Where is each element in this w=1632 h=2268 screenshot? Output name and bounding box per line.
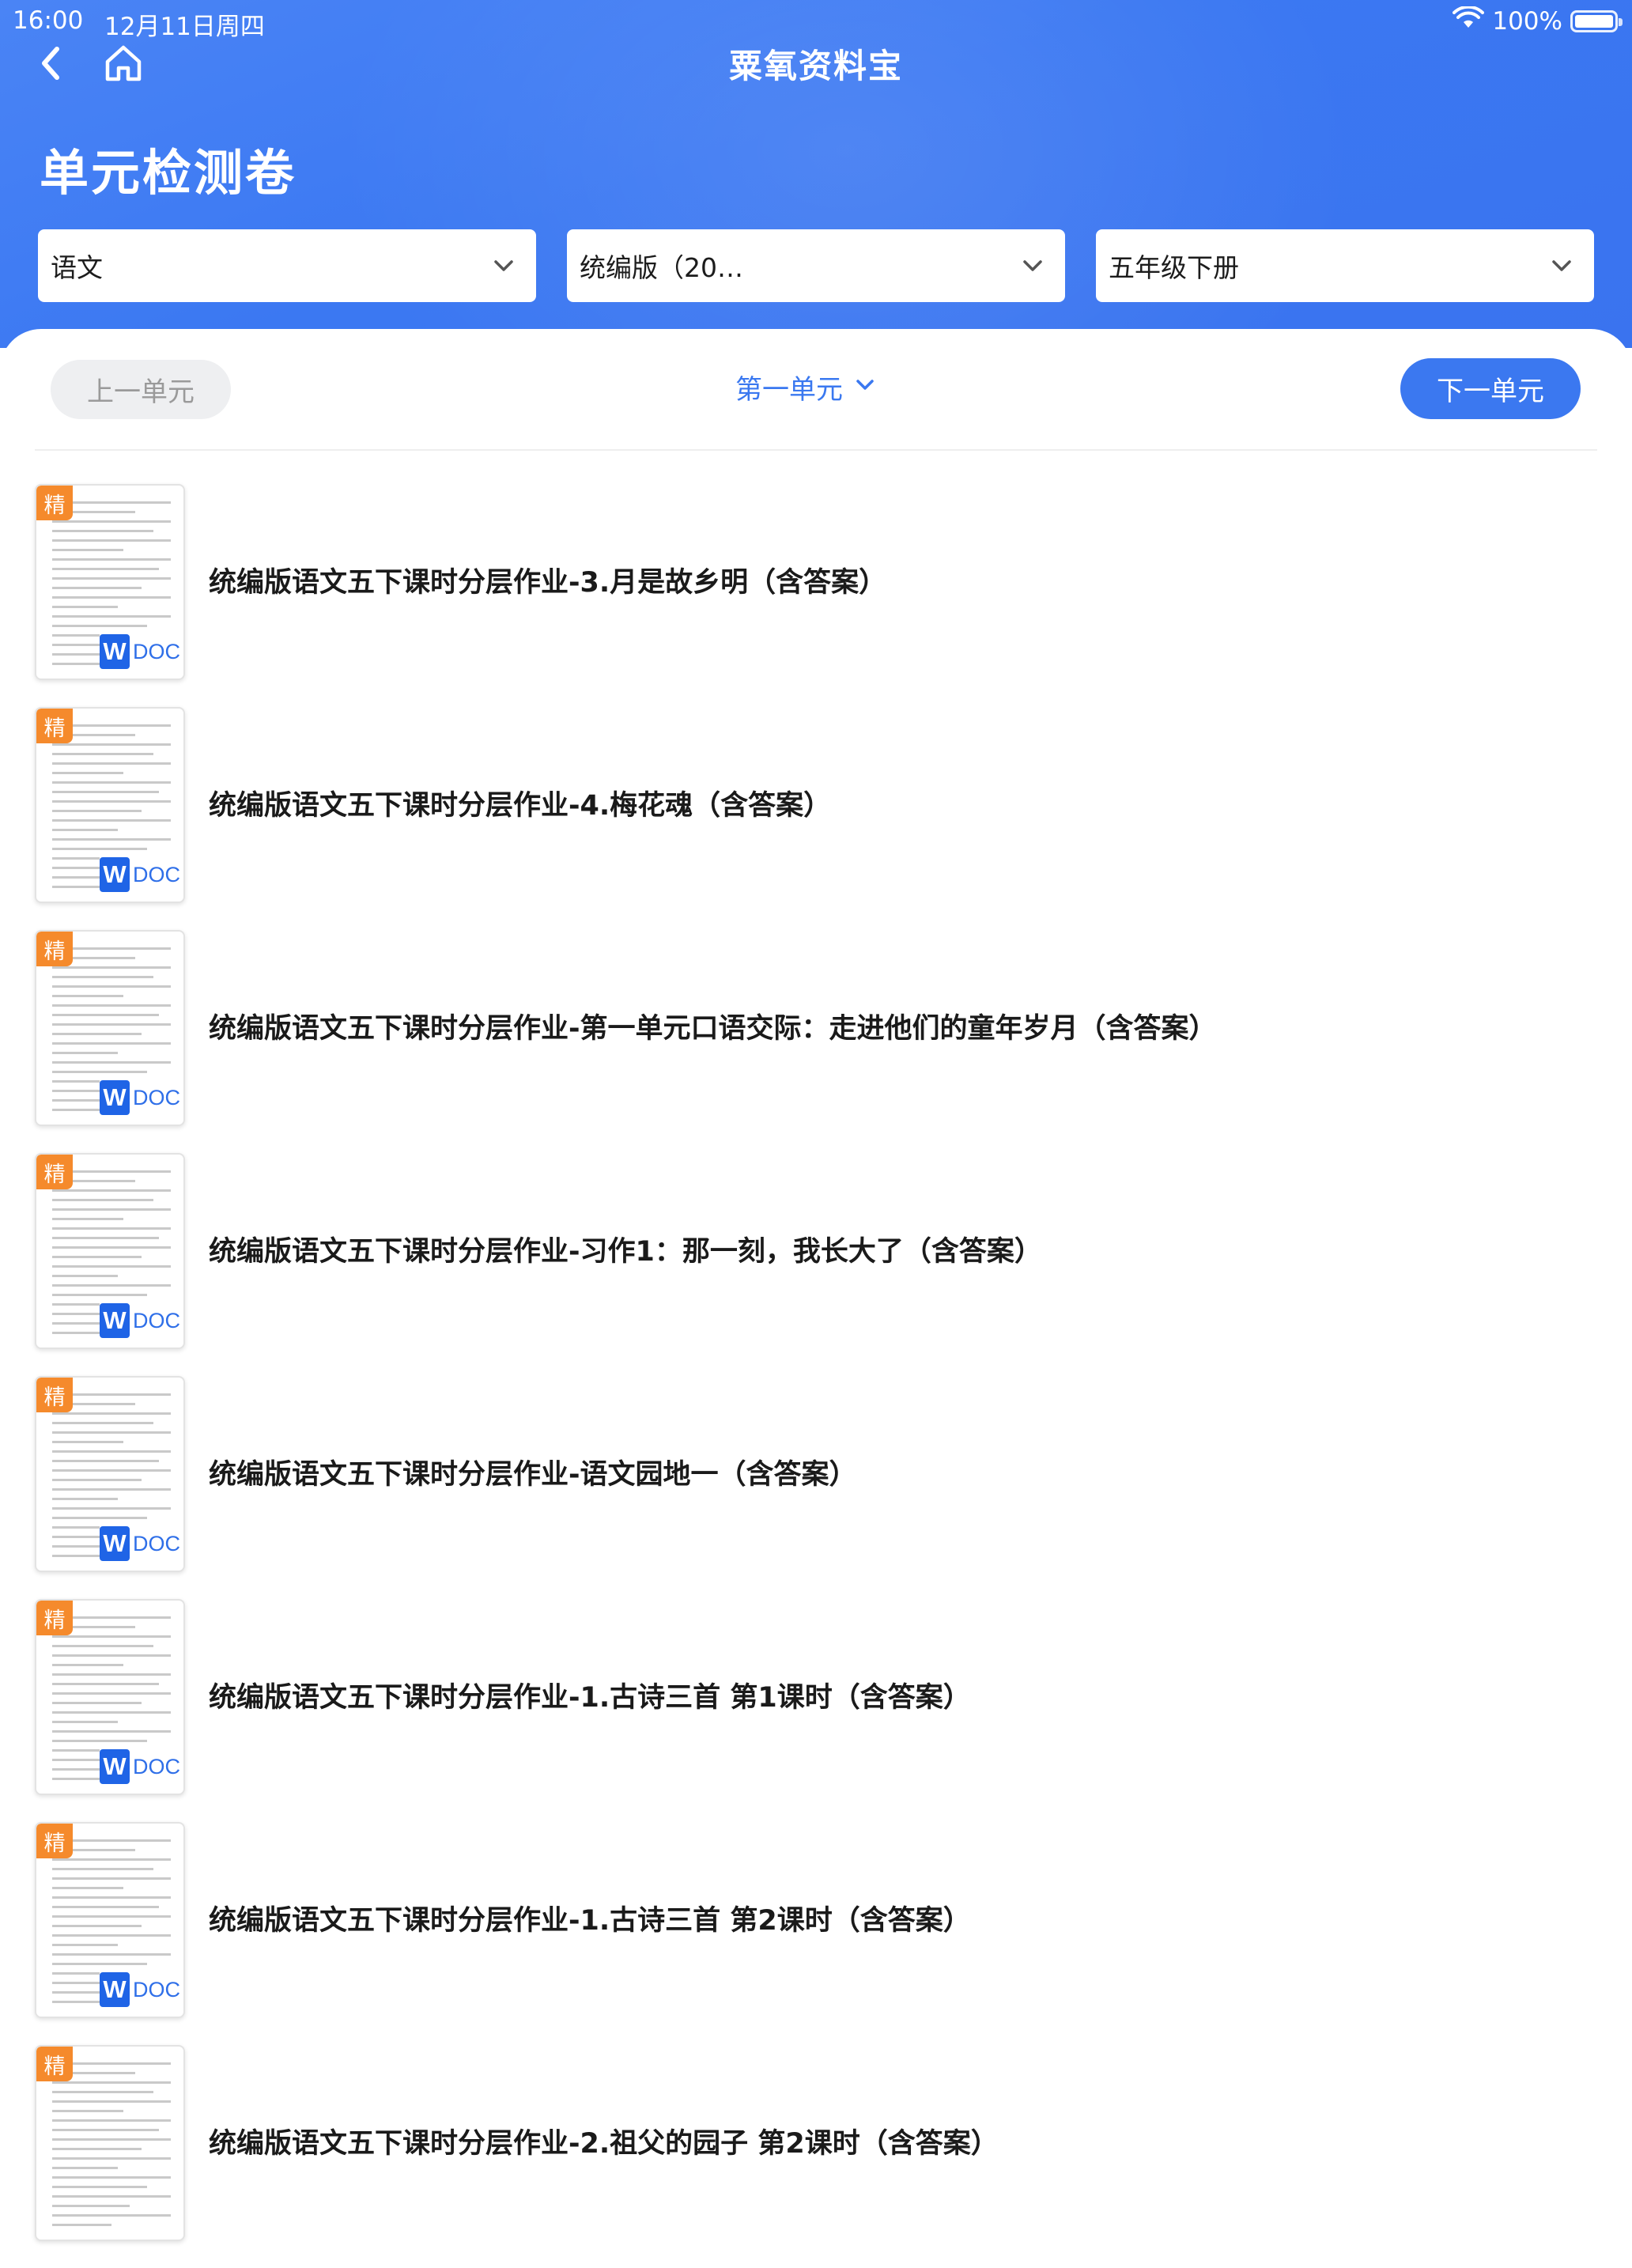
current-unit-label: 第一单元 (735, 374, 843, 406)
featured-badge: 精 (36, 932, 73, 966)
battery-percent: 100% (1492, 7, 1562, 36)
document-item-3[interactable]: 精 W DOC 统编版语文五下课时分层作业-第一单元口语交际：走进他们的童年岁月… (0, 930, 1632, 1153)
document-title: 统编版语文五下课时分层作业-2.祖父的园子 第2课时（含答案） (209, 2128, 999, 2160)
chevron-down-icon (854, 372, 876, 403)
page-title: 单元检测卷 (40, 144, 297, 202)
featured-badge: 精 (36, 709, 73, 743)
doc-type-label: DOC (133, 1531, 180, 1555)
document-thumbnail: 精 W DOC (35, 1599, 185, 1795)
subject-dropdown[interactable]: 语文 (38, 229, 536, 302)
document-title: 统编版语文五下课时分层作业-1.古诗三首 第1课时（含答案） (209, 1682, 971, 1714)
document-item-2[interactable]: 精 W DOC 统编版语文五下课时分层作业-4.梅花魂（含答案） (0, 707, 1632, 930)
subject-dropdown-value: 语文 (51, 252, 103, 283)
word-w-icon: W (100, 1526, 130, 1561)
document-item-6[interactable]: 精 W DOC 统编版语文五下课时分层作业-1.古诗三首 第1课时（含答案） (0, 1599, 1632, 1822)
word-doc-icon: W DOC (100, 1080, 180, 1115)
document-item-8[interactable]: 精 统编版语文五下课时分层作业-2.祖父的园子 第2课时（含答案） (0, 2045, 1632, 2268)
grade-dropdown[interactable]: 五年级下册 (1096, 229, 1594, 302)
word-doc-icon: W DOC (100, 1749, 180, 1784)
word-w-icon: W (100, 857, 130, 892)
word-doc-icon: W DOC (100, 634, 180, 669)
document-item-5[interactable]: 精 W DOC 统编版语文五下课时分层作业-语文园地一（含答案） (0, 1376, 1632, 1599)
prev-unit-button[interactable]: 上一单元 (51, 360, 231, 419)
featured-badge: 精 (36, 2047, 73, 2081)
document-item-1[interactable]: 精 W DOC 统编版语文五下课时分层作业-3.月是故乡明（含答案） (0, 484, 1632, 707)
edition-dropdown-value: 统编版（20… (580, 252, 743, 283)
word-w-icon: W (100, 1972, 130, 2007)
document-item-4[interactable]: 精 W DOC 统编版语文五下课时分层作业-习作1：那一刻，我长大了（含答案） (0, 1153, 1632, 1376)
featured-badge: 精 (36, 486, 73, 520)
doc-type-label: DOC (133, 1085, 180, 1109)
featured-badge: 精 (36, 1155, 73, 1189)
document-title: 统编版语文五下课时分层作业-4.梅花魂（含答案） (209, 790, 832, 822)
chevron-down-icon (492, 253, 516, 284)
document-title: 统编版语文五下课时分层作业-语文园地一（含答案） (209, 1459, 857, 1491)
word-doc-icon: W DOC (100, 1526, 180, 1561)
status-date: 12月11日周四 (104, 13, 265, 41)
unit-selector[interactable]: 第一单元 (735, 368, 876, 406)
chevron-down-icon (1550, 253, 1573, 284)
chevron-down-icon (1021, 253, 1045, 284)
status-time: 16:00 (13, 6, 84, 35)
featured-badge: 精 (36, 1601, 73, 1635)
featured-badge: 精 (36, 1824, 73, 1858)
document-thumbnail: 精 W DOC (35, 1822, 185, 2018)
document-title: 统编版语文五下课时分层作业-习作1：那一刻，我长大了（含答案） (209, 1236, 1042, 1268)
document-thumbnail: 精 W DOC (35, 707, 185, 903)
battery-icon (1570, 10, 1623, 32)
document-thumbnail: 精 W DOC (35, 1153, 185, 1349)
featured-badge: 精 (36, 1378, 73, 1412)
divider (35, 449, 1597, 451)
edition-dropdown[interactable]: 统编版（20… (567, 229, 1065, 302)
document-thumbnail: 精 W DOC (35, 1376, 185, 1572)
wifi-icon (1453, 5, 1485, 36)
doc-type-label: DOC (133, 639, 180, 663)
grade-dropdown-value: 五年级下册 (1109, 252, 1239, 283)
document-title: 统编版语文五下课时分层作业-3.月是故乡明（含答案） (209, 567, 887, 599)
status-right: 100% (1453, 5, 1623, 36)
word-doc-icon: W DOC (100, 1303, 180, 1338)
document-thumbnail: 精 (35, 2045, 185, 2241)
document-thumbnail: 精 W DOC (35, 484, 185, 680)
word-w-icon: W (100, 1080, 130, 1115)
word-w-icon: W (100, 1303, 130, 1338)
next-unit-button[interactable]: 下一单元 (1400, 358, 1581, 419)
doc-type-label: DOC (133, 1977, 180, 2002)
word-w-icon: W (100, 634, 130, 669)
document-item-7[interactable]: 精 W DOC 统编版语文五下课时分层作业-1.古诗三首 第2课时（含答案） (0, 1822, 1632, 2045)
doc-type-label: DOC (133, 1308, 180, 1332)
word-w-icon: W (100, 1749, 130, 1784)
app-title: 粟氧资料宝 (728, 47, 903, 85)
document-title: 统编版语文五下课时分层作业-1.古诗三首 第2课时（含答案） (209, 1905, 971, 1937)
document-title: 统编版语文五下课时分层作业-第一单元口语交际：走进他们的童年岁月（含答案） (209, 1013, 1217, 1045)
word-doc-icon: W DOC (100, 857, 180, 892)
word-doc-icon: W DOC (100, 1972, 180, 2007)
document-list: 精 W DOC 统编版语文五下课时分层作业-3.月是故乡明（含答案） 精 W D… (0, 484, 1632, 2268)
document-thumbnail: 精 W DOC (35, 930, 185, 1126)
doc-type-label: DOC (133, 1754, 180, 1778)
doc-type-label: DOC (133, 862, 180, 886)
status-bar: 16:00 12月11日周四 100% (0, 0, 1632, 44)
